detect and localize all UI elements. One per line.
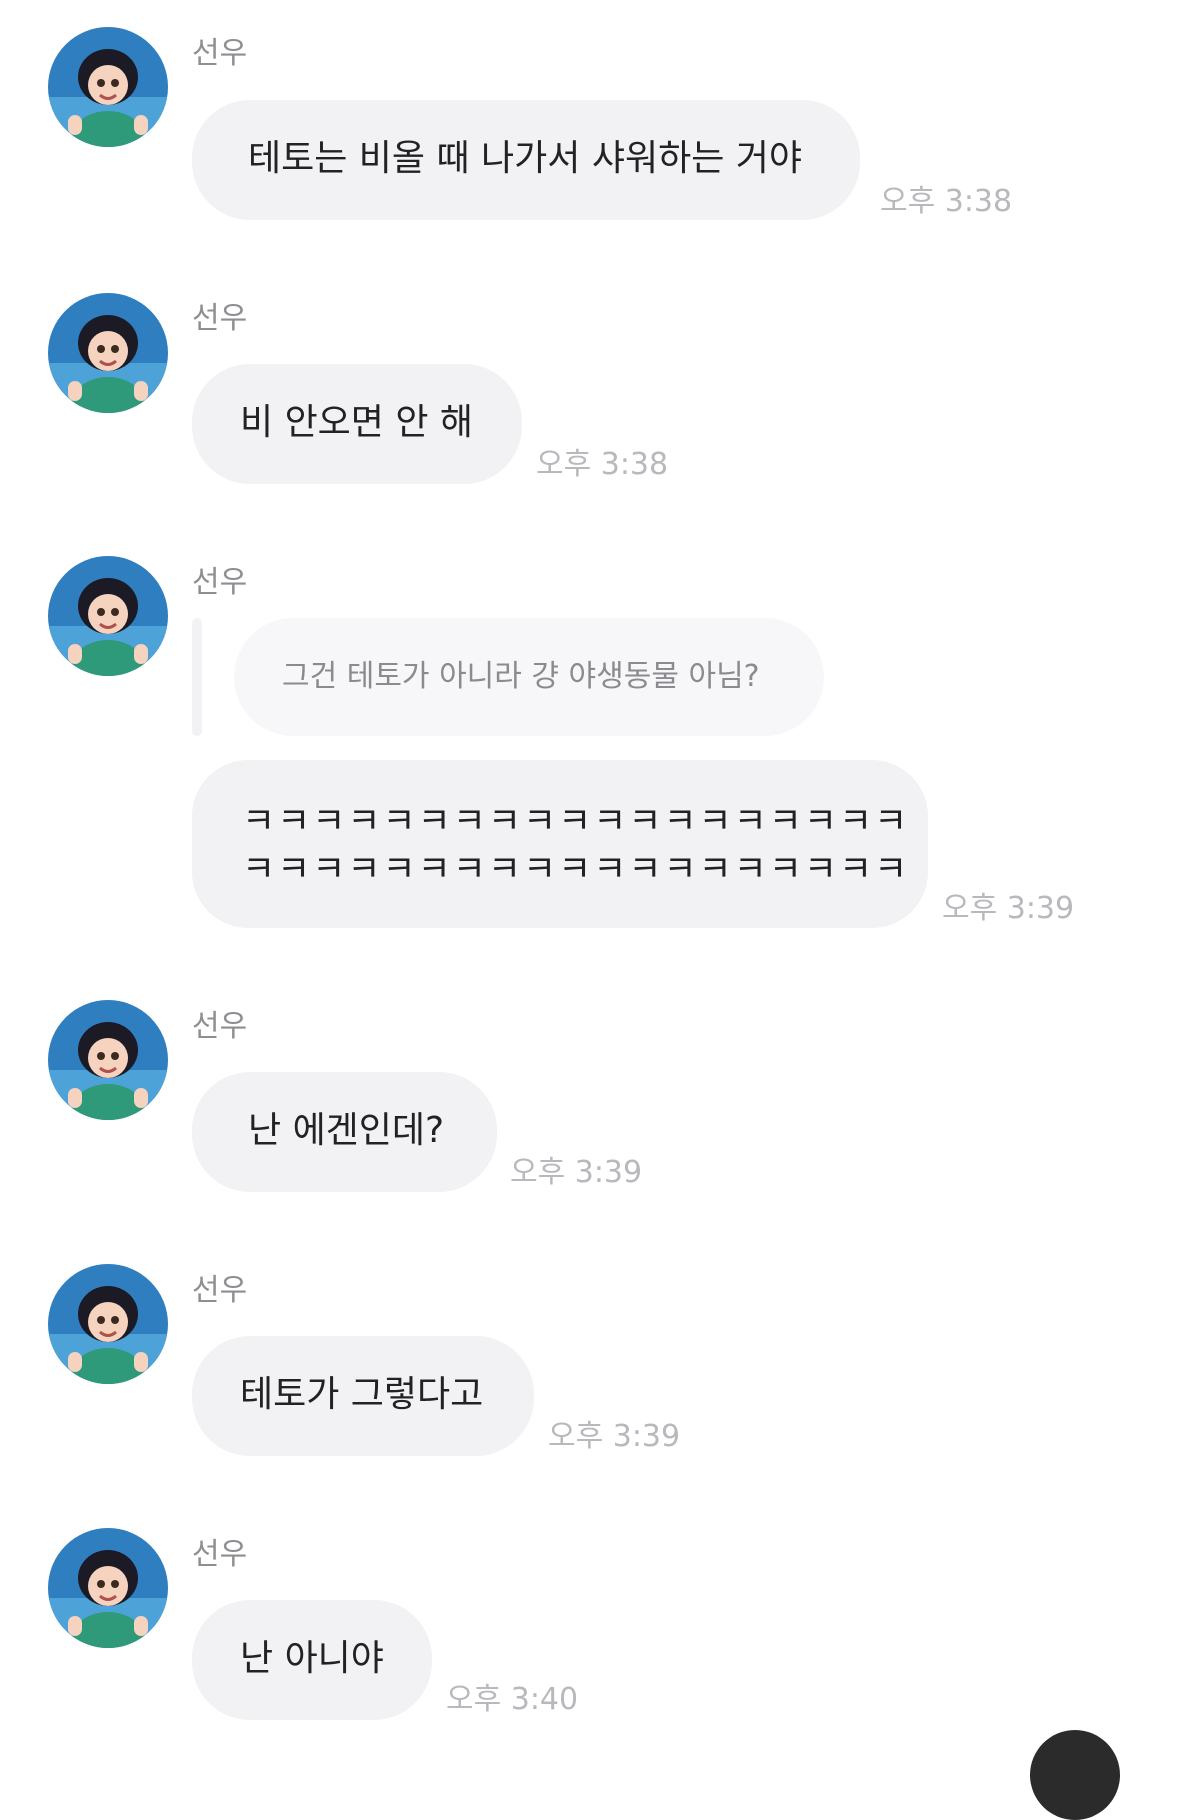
reply-quote-bar (192, 618, 202, 736)
message-timestamp: 오후 3:39 (510, 1155, 643, 1190)
message-timestamp: 오후 3:38 (536, 447, 669, 482)
message-bubble[interactable]: 테토가 그렇다고 (192, 1336, 534, 1456)
sender-name: 선우 (192, 1537, 248, 1572)
sender-name: 선우 (192, 1273, 248, 1308)
cartoon-girl-avatar-icon (48, 1528, 168, 1648)
message-timestamp: 오후 3:39 (548, 1419, 681, 1454)
message-timestamp: 오후 3:39 (942, 891, 1075, 926)
cartoon-girl-avatar-icon (48, 293, 168, 413)
cartoon-girl-avatar-icon (48, 1264, 168, 1384)
sender-name: 선우 (192, 301, 248, 336)
sender-name: 선우 (192, 565, 248, 600)
cartoon-girl-avatar-icon (48, 27, 168, 147)
sender-avatar[interactable] (48, 1000, 168, 1120)
message-bubble[interactable]: 테토는 비올 때 나가서 샤워하는 거야 (192, 100, 860, 220)
message-line: ㅋㅋㅋㅋㅋㅋㅋㅋㅋㅋㅋㅋㅋㅋㅋㅋㅋㅋㅋ (242, 849, 910, 890)
message-timestamp: 오후 3:38 (880, 184, 1013, 219)
sender-avatar[interactable] (48, 293, 168, 413)
message-bubble[interactable]: 난 에겐인데? (192, 1072, 497, 1192)
cartoon-girl-avatar-icon (48, 1000, 168, 1120)
sender-name: 선우 (192, 1009, 248, 1044)
sender-avatar[interactable] (48, 1528, 168, 1648)
chat-thread: 선우 테토는 비올 때 나가서 샤워하는 거야 오후 3:38 선우 비 안오면… (0, 0, 1179, 1820)
message-line: ㅋㅋㅋㅋㅋㅋㅋㅋㅋㅋㅋㅋㅋㅋㅋㅋㅋㅋㅋ (242, 801, 910, 842)
message-bubble[interactable]: ㅋㅋㅋㅋㅋㅋㅋㅋㅋㅋㅋㅋㅋㅋㅋㅋㅋㅋㅋ ㅋㅋㅋㅋㅋㅋㅋㅋㅋㅋㅋㅋㅋㅋㅋㅋㅋㅋㅋ (192, 760, 928, 928)
message-timestamp: 오후 3:40 (446, 1682, 579, 1717)
sender-name: 선우 (192, 36, 248, 71)
sender-avatar[interactable] (48, 27, 168, 147)
quoted-message[interactable]: 그건 테토가 아니라 걍 야생동물 아님? (234, 618, 824, 736)
sender-avatar[interactable] (48, 1264, 168, 1384)
sender-avatar[interactable] (48, 556, 168, 676)
message-bubble[interactable]: 비 안오면 안 해 (192, 364, 522, 484)
cartoon-girl-avatar-icon (48, 556, 168, 676)
message-bubble[interactable]: 난 아니야 (192, 1600, 432, 1720)
